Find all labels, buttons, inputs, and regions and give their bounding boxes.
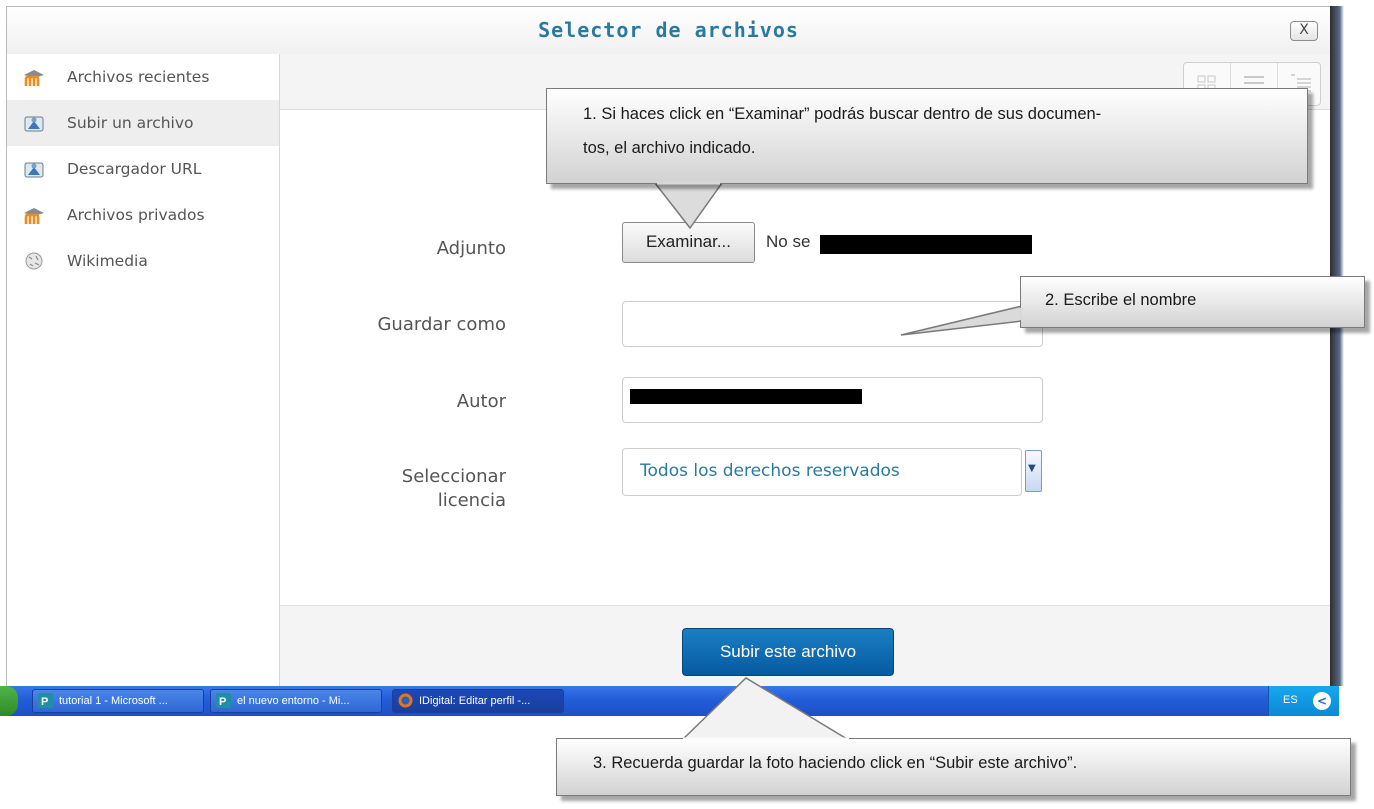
callout-joins (657, 181, 1023, 741)
